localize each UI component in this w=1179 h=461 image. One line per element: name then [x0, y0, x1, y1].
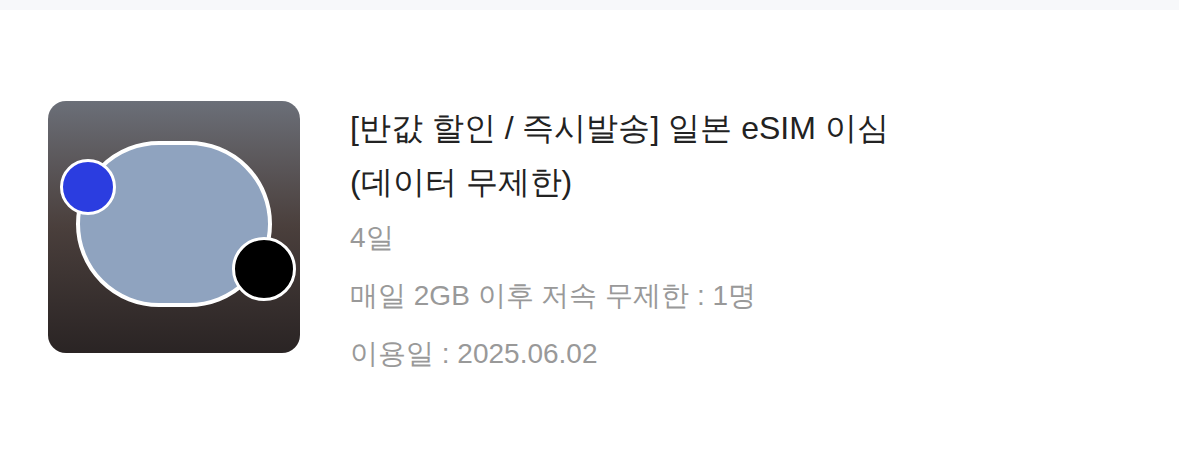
- product-info: [반값 할인 / 즉시발송] 일본 eSIM 이심(데이터 무제한)4일매일 2…: [350, 101, 889, 383]
- product-details: 4일매일 2GB 이후 저속 무제한 : 1명이용일 : 2025.06.02: [350, 209, 889, 383]
- thumbnail-badge-dot: [60, 159, 116, 215]
- thumbnail-badge-circle: [232, 237, 296, 301]
- order-item-page: [반값 할인 / 즉시발송] 일본 eSIM 이심(데이터 무제한)4일매일 2…: [0, 0, 1179, 461]
- product-detail: 4일: [350, 209, 889, 267]
- product-detail: 매일 2GB 이후 저속 무제한 : 1명: [350, 267, 889, 325]
- product-row[interactable]: [반값 할인 / 즉시발송] 일본 eSIM 이심(데이터 무제한)4일매일 2…: [48, 101, 1131, 383]
- product-detail: 이용일 : 2025.06.02: [350, 325, 889, 383]
- top-band: [0, 0, 1179, 10]
- product-thumbnail[interactable]: [48, 101, 300, 353]
- product-title[interactable]: [반값 할인 / 즉시발송] 일본 eSIM 이심(데이터 무제한): [350, 101, 889, 209]
- product-title-line: (데이터 무제한): [350, 155, 889, 209]
- product-title-line: [반값 할인 / 즉시발송] 일본 eSIM 이심: [350, 101, 889, 155]
